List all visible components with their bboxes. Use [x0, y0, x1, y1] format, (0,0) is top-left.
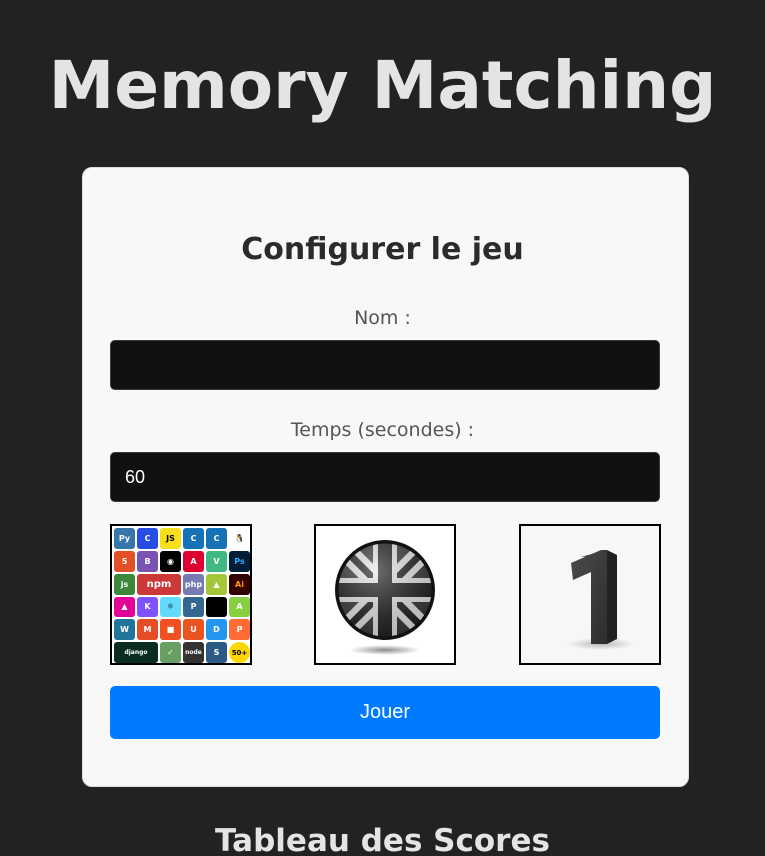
- app-title: Memory Matching: [48, 47, 717, 124]
- config-heading: Configurer le jeu: [241, 232, 524, 267]
- digit-one-icon: 1: [521, 526, 659, 663]
- game-page: Memory Matching Configurer le jeu Nom : …: [0, 0, 765, 856]
- theme-option-numbers[interactable]: 1: [519, 524, 661, 665]
- play-button[interactable]: Jouer: [110, 686, 660, 739]
- programming-logos-icon: Py C JS C C 🐧 5 B ◉ A V Ps js npm php ▲ …: [114, 528, 250, 663]
- theme-option-logos[interactable]: Py C JS C C 🐧 5 B ◉ A V Ps js npm php ▲ …: [110, 524, 252, 665]
- union-jack-globe-icon: [335, 540, 435, 655]
- time-label: Temps (secondes) :: [290, 419, 475, 441]
- name-input[interactable]: [110, 340, 660, 390]
- scoreboard-title: Tableau des Scores: [215, 823, 550, 856]
- theme-option-flags[interactable]: [314, 524, 456, 665]
- time-input[interactable]: [110, 452, 660, 502]
- name-label: Nom :: [354, 307, 411, 329]
